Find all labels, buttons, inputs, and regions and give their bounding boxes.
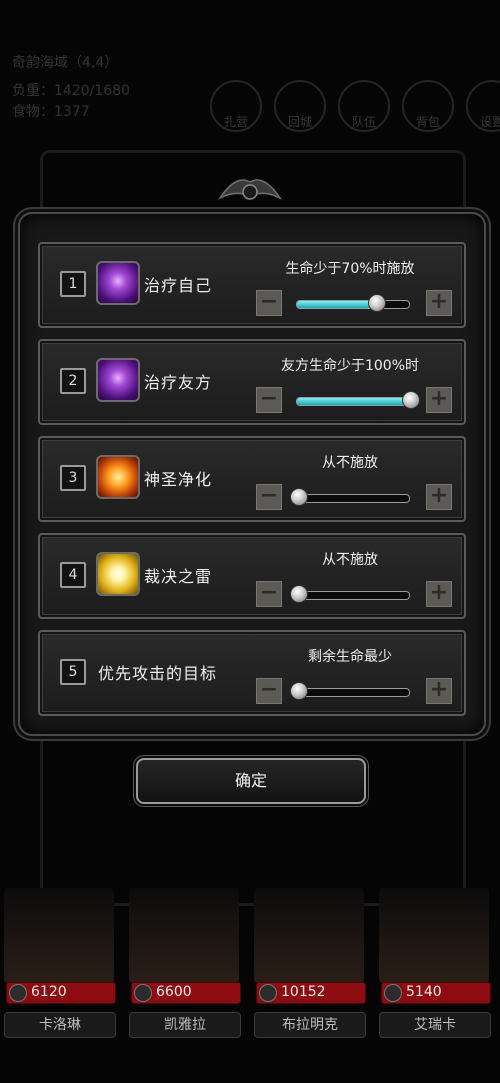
return-city-button: 回城 xyxy=(274,80,326,132)
row-title: 神圣净化 xyxy=(144,470,213,489)
slider-knob[interactable] xyxy=(368,294,387,312)
decrease-button[interactable]: − xyxy=(256,484,282,510)
row-title: 治疗自己 xyxy=(144,276,213,295)
slider-knob[interactable] xyxy=(290,585,308,603)
row-index: 1 xyxy=(60,271,86,297)
row-title: 治疗友方 xyxy=(144,373,213,392)
member-name: 凯雅拉 xyxy=(129,1012,241,1038)
avatar xyxy=(4,888,114,983)
hp-bar: 6120 xyxy=(6,982,116,1004)
hp-value: 6600 xyxy=(156,984,192,1000)
cast-condition: 友方生命少于100%时 xyxy=(280,358,420,374)
bag-button: 背包 xyxy=(402,80,454,132)
hud-buttons: 扎营 回城 队伍 背包 设置 xyxy=(210,80,500,132)
slider-knob[interactable] xyxy=(290,682,308,700)
hp-value: 10152 xyxy=(281,984,326,1000)
hp-bar: 10152 xyxy=(256,982,366,1004)
member-name: 卡洛琳 xyxy=(4,1012,116,1038)
sword-icon xyxy=(134,984,152,1002)
confirm-button[interactable]: 确定 xyxy=(136,758,366,804)
party-member[interactable]: 5140 艾瑞卡 xyxy=(375,888,493,1048)
condition-slider[interactable] xyxy=(296,397,410,406)
setting-row: 2 治疗友方 友方生命少于100%时 − + xyxy=(38,339,466,425)
hp-bar: 5140 xyxy=(381,982,491,1004)
party-member[interactable]: 6120 卡洛琳 xyxy=(0,888,118,1048)
condition-slider[interactable] xyxy=(296,591,410,600)
settings-button: 设置 xyxy=(466,80,500,132)
cast-condition: 生命少于70%时施放 xyxy=(285,261,415,277)
heal-icon xyxy=(96,261,140,305)
party-member[interactable]: 10152 布拉明克 xyxy=(250,888,368,1048)
avatar xyxy=(379,888,489,983)
setting-row: 5 优先攻击的目标 剩余生命最少 − + xyxy=(38,630,466,716)
increase-button[interactable]: + xyxy=(426,678,452,704)
decrease-button[interactable]: − xyxy=(256,290,282,316)
condition-slider[interactable] xyxy=(296,300,410,309)
holy-purify-icon xyxy=(96,455,140,499)
background-hud: 奇韵海域（4,4） 负重：1420/1680 食物：1377 扎营 回城 队伍 … xyxy=(0,0,500,160)
row-index: 4 xyxy=(60,562,86,588)
sword-icon xyxy=(384,984,402,1002)
increase-button[interactable]: + xyxy=(426,387,452,413)
row-title: 裁决之雷 xyxy=(144,567,213,586)
slider-fill xyxy=(297,301,376,308)
hp-value: 6120 xyxy=(31,984,67,1000)
camp-button: 扎营 xyxy=(210,80,262,132)
decrease-button[interactable]: − xyxy=(256,387,282,413)
judgment-thunder-icon xyxy=(96,552,140,596)
party-bar: 6120 卡洛琳 6600 凯雅拉 10152 布拉明克 5140 艾瑞卡 xyxy=(0,888,500,1048)
target-condition: 剩余生命最少 xyxy=(308,649,392,665)
row-index: 3 xyxy=(60,465,86,491)
increase-button[interactable]: + xyxy=(426,290,452,316)
avatar xyxy=(129,888,239,983)
row-index: 5 xyxy=(60,659,86,685)
sword-icon xyxy=(259,984,277,1002)
decrease-button[interactable]: − xyxy=(256,678,282,704)
row-title: 优先攻击的目标 xyxy=(98,664,218,683)
setting-row: 3 神圣净化 从不施放 − + xyxy=(38,436,466,522)
hp-bar: 6600 xyxy=(131,982,241,1004)
auto-cast-dialog: 1 治疗自己 生命少于70%时施放 − + 2 治疗友方 友方生命少于100%时… xyxy=(18,212,486,736)
avatar xyxy=(254,888,364,983)
member-name: 艾瑞卡 xyxy=(379,1012,491,1038)
cast-condition: 从不施放 xyxy=(322,552,378,568)
heal-icon xyxy=(96,358,140,402)
slider-knob[interactable] xyxy=(290,488,308,506)
slider-fill xyxy=(297,398,409,405)
hp-value: 5140 xyxy=(406,984,442,1000)
condition-slider[interactable] xyxy=(296,688,410,697)
slider-knob[interactable] xyxy=(402,391,420,409)
party-member[interactable]: 6600 凯雅拉 xyxy=(125,888,243,1048)
increase-button[interactable]: + xyxy=(426,581,452,607)
crest-ornament-icon xyxy=(217,179,283,200)
setting-row: 1 治疗自己 生命少于70%时施放 − + xyxy=(38,242,466,328)
team-button: 队伍 xyxy=(338,80,390,132)
sword-icon xyxy=(9,984,27,1002)
food-label: 食物：1377 xyxy=(12,104,90,120)
load-label: 负重：1420/1680 xyxy=(12,83,130,99)
member-name: 布拉明克 xyxy=(254,1012,366,1038)
setting-row: 4 裁决之雷 从不施放 − + xyxy=(38,533,466,619)
row-index: 2 xyxy=(60,368,86,394)
decrease-button[interactable]: − xyxy=(256,581,282,607)
condition-slider[interactable] xyxy=(296,494,410,503)
cast-condition: 从不施放 xyxy=(322,455,378,471)
increase-button[interactable]: + xyxy=(426,484,452,510)
location-label: 奇韵海域（4,4） xyxy=(12,55,119,71)
